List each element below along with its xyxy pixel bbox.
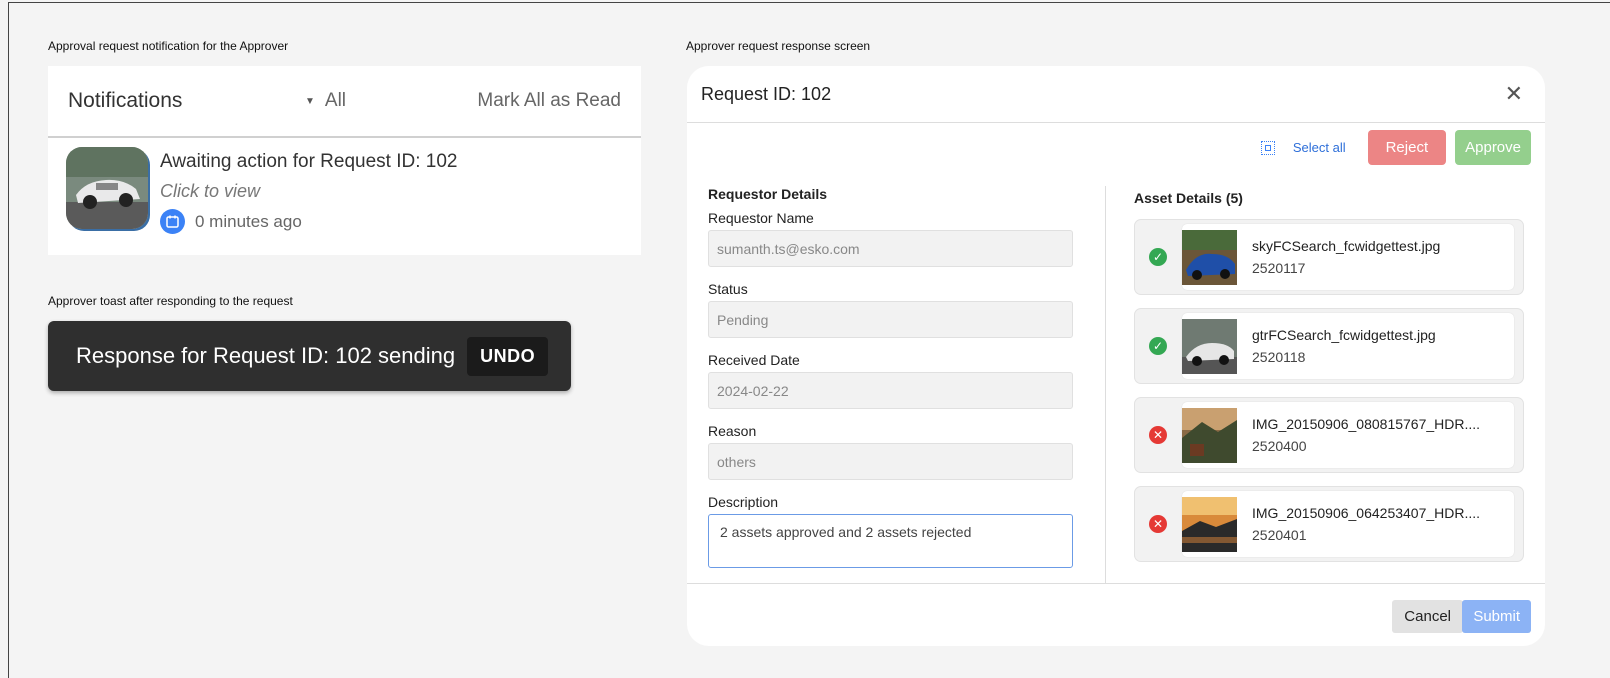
modal-title: Request ID: 102 — [701, 83, 832, 104]
asset-name: gtrFCSearch_fcwidgettest.jpg — [1252, 327, 1436, 343]
requestor-name-field: sumanth.ts@esko.com — [708, 230, 1073, 267]
select-all-link[interactable]: Select all — [1293, 140, 1346, 155]
notification-click-to-view[interactable]: Click to view — [160, 181, 458, 202]
submit-button[interactable]: Submit — [1462, 600, 1531, 633]
approve-button[interactable]: Approve — [1455, 130, 1531, 165]
calendar-icon — [160, 209, 185, 234]
check-icon: ✓ — [1149, 248, 1167, 266]
requestor-section-title: Requestor Details — [708, 186, 828, 202]
undo-button[interactable]: UNDO — [467, 336, 549, 376]
filter-dropdown[interactable]: All — [325, 90, 346, 112]
toast-message: Response for Request ID: 102 sending — [76, 343, 456, 368]
received-date-field: 2024-02-22 — [708, 372, 1073, 409]
select-all-icon[interactable] — [1260, 140, 1275, 155]
asset-card[interactable]: ✕ IMG_20150906_064253407_HDR.... 2520401 — [1134, 486, 1524, 562]
car-thumbnail-image — [66, 147, 148, 229]
notification-panel: Notifications ▼ All Mark All as Read Awa… — [48, 66, 641, 255]
check-icon: ✓ — [1149, 337, 1167, 355]
request-response-modal: Request ID: 102 ✕ Select all Reject Appr… — [687, 66, 1545, 646]
close-icon[interactable]: ✕ — [1505, 81, 1523, 107]
reject-button[interactable]: Reject — [1367, 130, 1447, 165]
column-divider — [1105, 186, 1106, 584]
requestor-name-label: Requestor Name — [708, 210, 814, 226]
notification-message: Awaiting action for Request ID: 102 — [160, 151, 458, 172]
notification-time: 0 minutes ago — [195, 211, 302, 231]
asset-name: IMG_20150906_064253407_HDR.... — [1252, 505, 1481, 521]
asset-id: 2520400 — [1252, 438, 1307, 454]
asset-details: Asset Details (5) ✓ skyFCSearch_fcwidget… — [1134, 190, 1524, 562]
caption-notification: Approval request notification for the Ap… — [48, 39, 289, 53]
status-field: Pending — [708, 301, 1073, 338]
cancel-button[interactable]: Cancel — [1392, 600, 1463, 633]
close-circle-icon: ✕ — [1149, 426, 1167, 444]
asset-name: skyFCSearch_fcwidgettest.jpg — [1252, 238, 1441, 254]
response-toast: Response for Request ID: 102 sending UND… — [48, 321, 571, 391]
asset-card[interactable]: ✓ skyFCSearch_fcwidgettest.jpg 2520117 — [1134, 219, 1524, 295]
filter-caret-icon[interactable]: ▼ — [305, 96, 315, 107]
description-label: Description — [708, 494, 779, 510]
notification-header: Notifications ▼ All Mark All as Read — [48, 66, 641, 138]
notification-thumbnail — [66, 147, 148, 229]
notifications-title: Notifications — [68, 89, 183, 112]
asset-id: 2520117 — [1252, 260, 1306, 276]
status-label: Status — [708, 281, 748, 297]
notification-item[interactable]: Awaiting action for Request ID: 102 Clic… — [48, 138, 641, 243]
reason-field: others — [708, 443, 1073, 480]
mark-all-read-button[interactable]: Mark All as Read — [477, 90, 621, 112]
reason-label: Reason — [708, 423, 757, 439]
received-date-label: Received Date — [708, 352, 800, 368]
action-toolbar: Select all Reject Approve — [1260, 130, 1531, 165]
asset-thumbnail — [1182, 407, 1237, 463]
asset-id: 2520118 — [1252, 349, 1306, 365]
asset-card[interactable]: ✓ gtrFCSearch_fcwidgettest.jpg 2520118 — [1134, 308, 1524, 384]
asset-thumbnail — [1182, 229, 1237, 285]
modal-footer: Cancel Submit — [687, 583, 1545, 646]
asset-thumbnail — [1182, 318, 1237, 374]
asset-name: IMG_20150906_080815767_HDR.... — [1252, 416, 1481, 432]
asset-section-title: Asset Details (5) — [1134, 190, 1243, 206]
asset-card[interactable]: ✕ IMG_20150906_080815767_HDR.... 2520400 — [1134, 397, 1524, 473]
asset-id: 2520401 — [1252, 527, 1307, 543]
description-textarea[interactable]: 2 assets approved and 2 assets rejected — [708, 514, 1073, 568]
close-circle-icon: ✕ — [1149, 515, 1167, 533]
caption-response: Approver request response screen — [686, 39, 871, 53]
asset-thumbnail — [1182, 496, 1237, 552]
requestor-details: Requestor Details Requestor Name sumanth… — [708, 186, 1073, 568]
caption-toast: Approver toast after responding to the r… — [48, 294, 293, 308]
